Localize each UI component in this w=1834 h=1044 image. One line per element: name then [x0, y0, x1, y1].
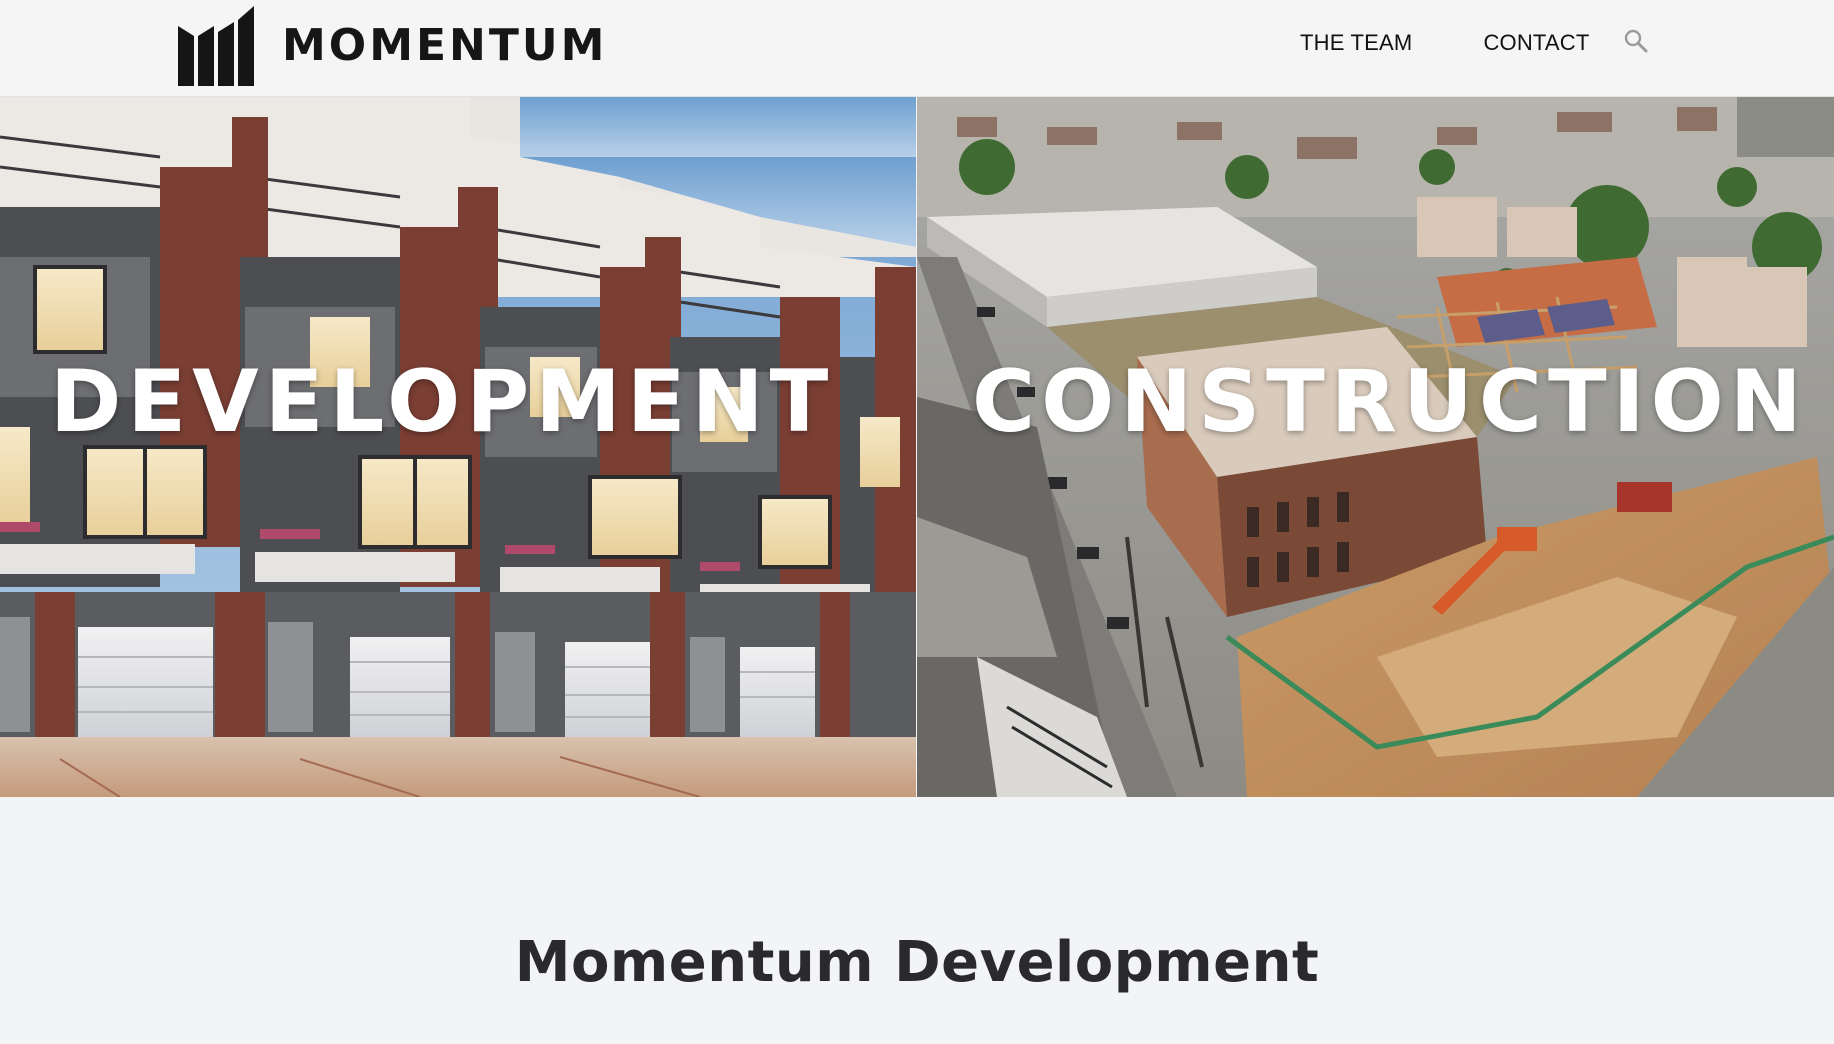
- logo-mark-icon: [178, 6, 254, 86]
- main-nav: THE TEAM CONTACT: [1300, 28, 1649, 56]
- nav-link-the-team[interactable]: THE TEAM: [1300, 30, 1412, 56]
- nav-link-contact[interactable]: CONTACT: [1483, 30, 1589, 56]
- hero-word-development: DEVELOPMENT: [50, 352, 835, 452]
- hero-word-construction: CONSTRUCTION: [972, 352, 1808, 452]
- site-header: MOMENTUM THE TEAM CONTACT: [0, 0, 1834, 96]
- page-title: Momentum Development: [514, 930, 1320, 995]
- brand-logo[interactable]: MOMENTUM: [178, 6, 607, 86]
- brand-name: MOMENTUM: [282, 20, 608, 71]
- hero-banner: DEVELOPMENT CONSTRUCTION: [0, 97, 1834, 797]
- search-icon[interactable]: [1623, 28, 1649, 54]
